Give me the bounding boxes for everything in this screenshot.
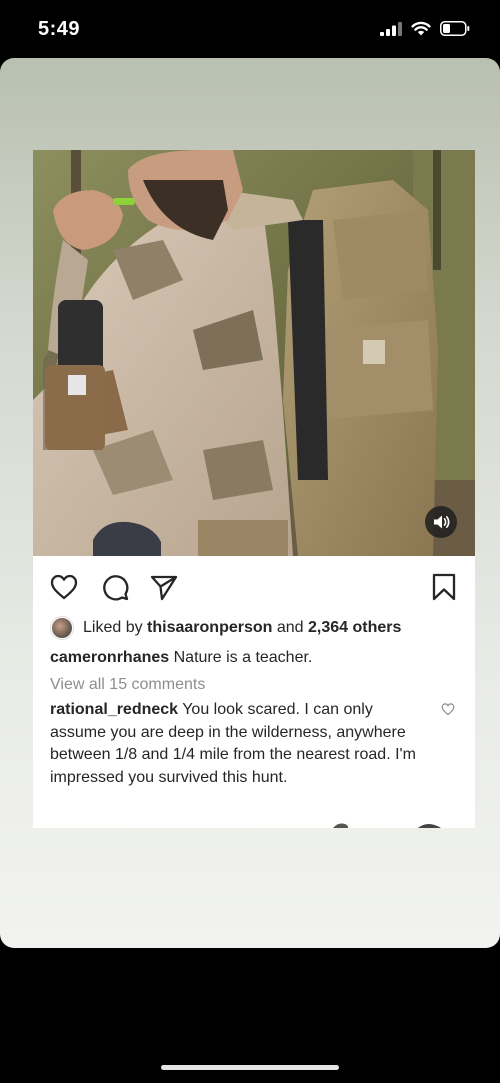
avatar (51, 617, 73, 639)
comment-like-icon[interactable] (441, 702, 455, 716)
shared-post[interactable]: Liked by thisaaronperson and 2,364 other… (33, 150, 475, 828)
home-indicator[interactable] (161, 1065, 339, 1070)
status-bar: 5:49 (0, 0, 500, 58)
wifi-icon (411, 21, 431, 36)
likes-middle: and (276, 619, 304, 636)
post-video-frame (33, 150, 475, 556)
likes-prefix: Liked by (83, 619, 143, 636)
volume-button[interactable] (425, 506, 457, 538)
comment-icon[interactable] (100, 572, 130, 602)
paper-plane-icon[interactable] (149, 572, 179, 602)
bookmark-icon[interactable] (429, 572, 459, 602)
post-video[interactable] (33, 150, 475, 556)
likes-row[interactable]: Liked by thisaaronperson and 2,364 other… (51, 616, 401, 640)
battery-icon (440, 21, 470, 36)
next-comment-peek (333, 823, 441, 828)
likes-others[interactable]: 2,364 others (308, 619, 401, 637)
post-caption: cameronrhanes Nature is a teacher. (50, 647, 460, 669)
view-all-comments-link[interactable]: View all 15 comments (50, 674, 205, 696)
caption-text: Nature is a teacher. (173, 649, 313, 666)
heart-icon[interactable] (49, 572, 79, 602)
liker-username[interactable]: thisaaronperson (147, 619, 272, 637)
post-actions (33, 556, 475, 614)
comment-username[interactable]: rational_redneck (50, 701, 178, 718)
comment: rational_redneck You look scared. I can … (50, 699, 425, 789)
story-card[interactable]: Liked by thisaaronperson and 2,364 other… (0, 58, 500, 948)
status-time: 5:49 (38, 18, 81, 40)
speaker-icon (434, 515, 450, 529)
cellular-signal-icon (380, 21, 402, 36)
status-icons (380, 21, 470, 36)
caption-username[interactable]: cameronrhanes (50, 649, 169, 666)
